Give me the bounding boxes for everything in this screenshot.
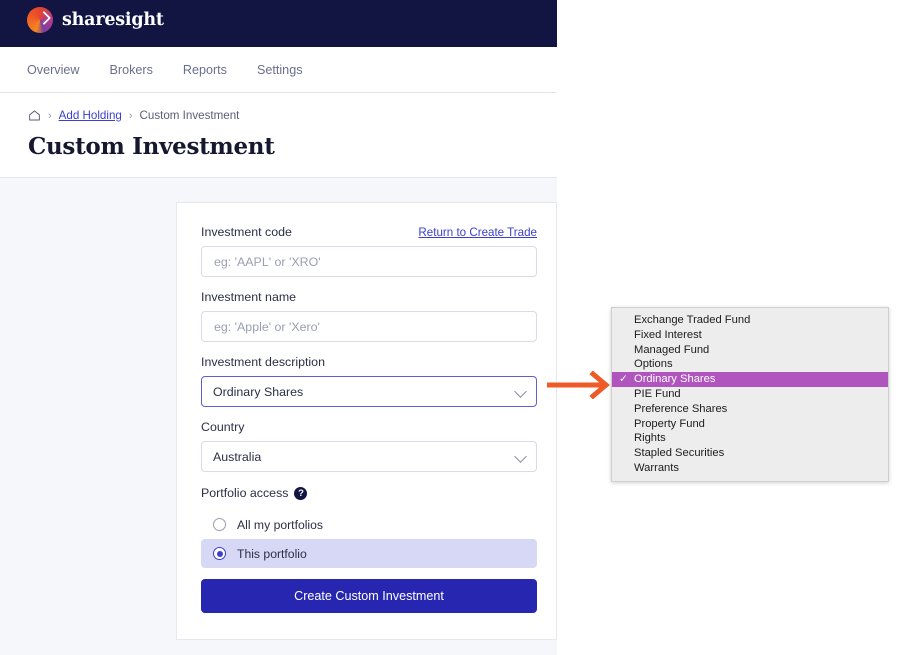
dropdown-item-label: Rights bbox=[634, 432, 666, 444]
check-icon: ✓ bbox=[619, 372, 628, 387]
breadcrumb-separator-1: › bbox=[48, 110, 52, 122]
main-nav: Overview Brokers Reports Settings bbox=[0, 47, 557, 93]
nav-item-reports[interactable]: Reports bbox=[183, 63, 227, 77]
page-title: Custom Investment bbox=[28, 133, 275, 160]
dropdown-item-label: PIE Fund bbox=[634, 388, 681, 400]
radio-icon-selected bbox=[213, 547, 226, 560]
brand-logo[interactable]: sharesight bbox=[27, 7, 164, 33]
home-icon[interactable] bbox=[28, 109, 41, 122]
dropdown-item-exchange-traded-fund[interactable]: Exchange Traded Fund bbox=[612, 313, 888, 328]
app-header: sharesight bbox=[0, 0, 557, 47]
radio-all-my-portfolios[interactable]: All my portfolios bbox=[201, 510, 537, 539]
dropdown-item-property-fund[interactable]: Property Fund bbox=[612, 417, 888, 432]
breadcrumb-link-add-holding[interactable]: Add Holding bbox=[59, 109, 122, 122]
chevron-down-icon bbox=[514, 385, 527, 398]
dropdown-item-label: Managed Fund bbox=[634, 344, 709, 356]
dropdown-item-label: Preference Shares bbox=[634, 403, 727, 415]
radio-this-portfolio-label: This portfolio bbox=[237, 547, 307, 561]
breadcrumb: › Add Holding › Custom Investment bbox=[28, 109, 239, 122]
country-value: Australia bbox=[213, 450, 261, 464]
dropdown-item-pie-fund[interactable]: PIE Fund bbox=[612, 387, 888, 402]
investment-description-select[interactable]: Ordinary Shares bbox=[201, 376, 537, 407]
dropdown-item-label: Stapled Securities bbox=[634, 447, 724, 459]
return-to-create-trade-link[interactable]: Return to Create Trade bbox=[418, 226, 537, 239]
radio-all-my-portfolios-label: All my portfolios bbox=[237, 518, 323, 532]
investment-code-label: Investment code bbox=[201, 225, 292, 239]
field-country: Country Australia bbox=[201, 420, 537, 472]
field-investment-name: Investment name bbox=[201, 290, 537, 342]
dropdown-item-warrants[interactable]: Warrants bbox=[612, 461, 888, 476]
custom-investment-form-card: Investment code Return to Create Trade I… bbox=[176, 202, 557, 640]
dropdown-item-ordinary-shares[interactable]: ✓ Ordinary Shares bbox=[612, 372, 888, 387]
investment-description-value: Ordinary Shares bbox=[213, 385, 303, 399]
dropdown-item-label: Ordinary Shares bbox=[634, 373, 715, 385]
dropdown-item-fixed-interest[interactable]: Fixed Interest bbox=[612, 328, 888, 343]
breadcrumb-current: Custom Investment bbox=[140, 109, 240, 122]
portfolio-access-label: Portfolio access bbox=[201, 486, 288, 500]
browser-page: sharesight Overview Brokers Reports Sett… bbox=[0, 0, 557, 655]
investment-code-input[interactable] bbox=[201, 246, 537, 277]
create-custom-investment-button[interactable]: Create Custom Investment bbox=[201, 579, 537, 613]
dropdown-item-options[interactable]: Options bbox=[612, 357, 888, 372]
investment-name-input[interactable] bbox=[201, 311, 537, 342]
nav-item-brokers[interactable]: Brokers bbox=[109, 63, 152, 77]
radio-this-portfolio[interactable]: This portfolio bbox=[201, 539, 537, 568]
nav-item-overview[interactable]: Overview bbox=[27, 63, 79, 77]
nav-item-settings[interactable]: Settings bbox=[257, 63, 303, 77]
dropdown-item-label: Fixed Interest bbox=[634, 329, 702, 341]
investment-description-label: Investment description bbox=[201, 355, 537, 369]
dropdown-item-label: Options bbox=[634, 358, 673, 370]
sharesight-pie-logo-icon bbox=[27, 7, 53, 33]
dropdown-item-stapled-securities[interactable]: Stapled Securities bbox=[612, 446, 888, 461]
field-investment-code: Investment code Return to Create Trade bbox=[201, 225, 537, 277]
right-arrow-annotation-icon bbox=[546, 371, 614, 399]
dropdown-item-label: Warrants bbox=[634, 462, 679, 474]
brand-name: sharesight bbox=[62, 10, 164, 30]
dropdown-item-label: Property Fund bbox=[634, 418, 705, 430]
help-question-icon[interactable]: ? bbox=[294, 487, 307, 500]
country-select[interactable]: Australia bbox=[201, 441, 537, 472]
investment-description-dropdown-menu[interactable]: Exchange Traded Fund Fixed Interest Mana… bbox=[611, 307, 889, 482]
dropdown-item-preference-shares[interactable]: Preference Shares bbox=[612, 402, 888, 417]
field-investment-description: Investment description Ordinary Shares bbox=[201, 355, 537, 407]
chevron-down-icon bbox=[514, 450, 527, 463]
field-portfolio-access: Portfolio access ? All my portfolios Thi… bbox=[201, 486, 537, 568]
investment-name-label: Investment name bbox=[201, 290, 537, 304]
dropdown-item-label: Exchange Traded Fund bbox=[634, 314, 750, 326]
dropdown-item-managed-fund[interactable]: Managed Fund bbox=[612, 343, 888, 358]
breadcrumb-separator-2: › bbox=[129, 110, 133, 122]
country-label: Country bbox=[201, 420, 537, 434]
radio-icon bbox=[213, 518, 226, 531]
dropdown-item-rights[interactable]: Rights bbox=[612, 431, 888, 446]
